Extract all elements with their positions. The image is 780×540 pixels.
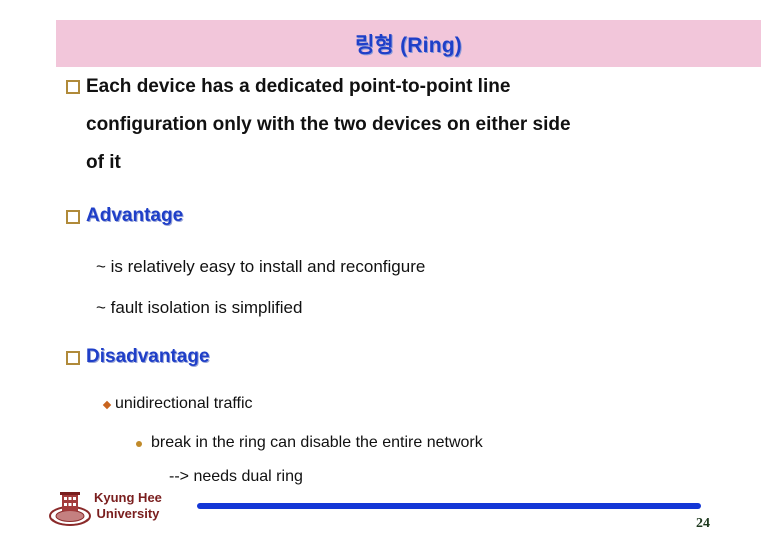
advantage-item-1: ~ is relatively easy to install and reco… (96, 257, 426, 276)
slide-title: 링형 (Ring) (355, 33, 462, 57)
intro-line-1: Each device has a dedicated point-to-poi… (86, 76, 511, 97)
university-name-line-2: University (96, 506, 160, 521)
university-seal-icon (49, 492, 91, 526)
page-number: 24 (696, 516, 710, 531)
disadvantage-subitem-1: break in the ring can disable the entire… (151, 434, 483, 451)
advantage-item-2: ~ fault isolation is simplified (96, 298, 303, 317)
disadvantage-subitem-2: --> needs dual ring (169, 468, 303, 485)
university-name-line-1: Kyung Hee (94, 490, 162, 505)
university-name: Kyung Hee University (94, 490, 162, 522)
disadvantage-item-1: unidirectional traffic (115, 395, 253, 412)
advantage-heading: Advantage (86, 205, 184, 226)
intro-line-2: configuration only with the two devices … (86, 114, 571, 135)
square-bullet-icon (66, 351, 80, 365)
title-bar: 링형 (Ring) (56, 20, 761, 67)
diamond-bullet-icon (102, 400, 112, 410)
intro-line-3: of it (86, 152, 121, 173)
footer-divider (197, 503, 701, 509)
square-bullet-icon (66, 80, 80, 94)
dot-bullet-icon (136, 441, 142, 447)
square-bullet-icon (66, 210, 80, 224)
disadvantage-heading: Disadvantage (86, 346, 210, 367)
